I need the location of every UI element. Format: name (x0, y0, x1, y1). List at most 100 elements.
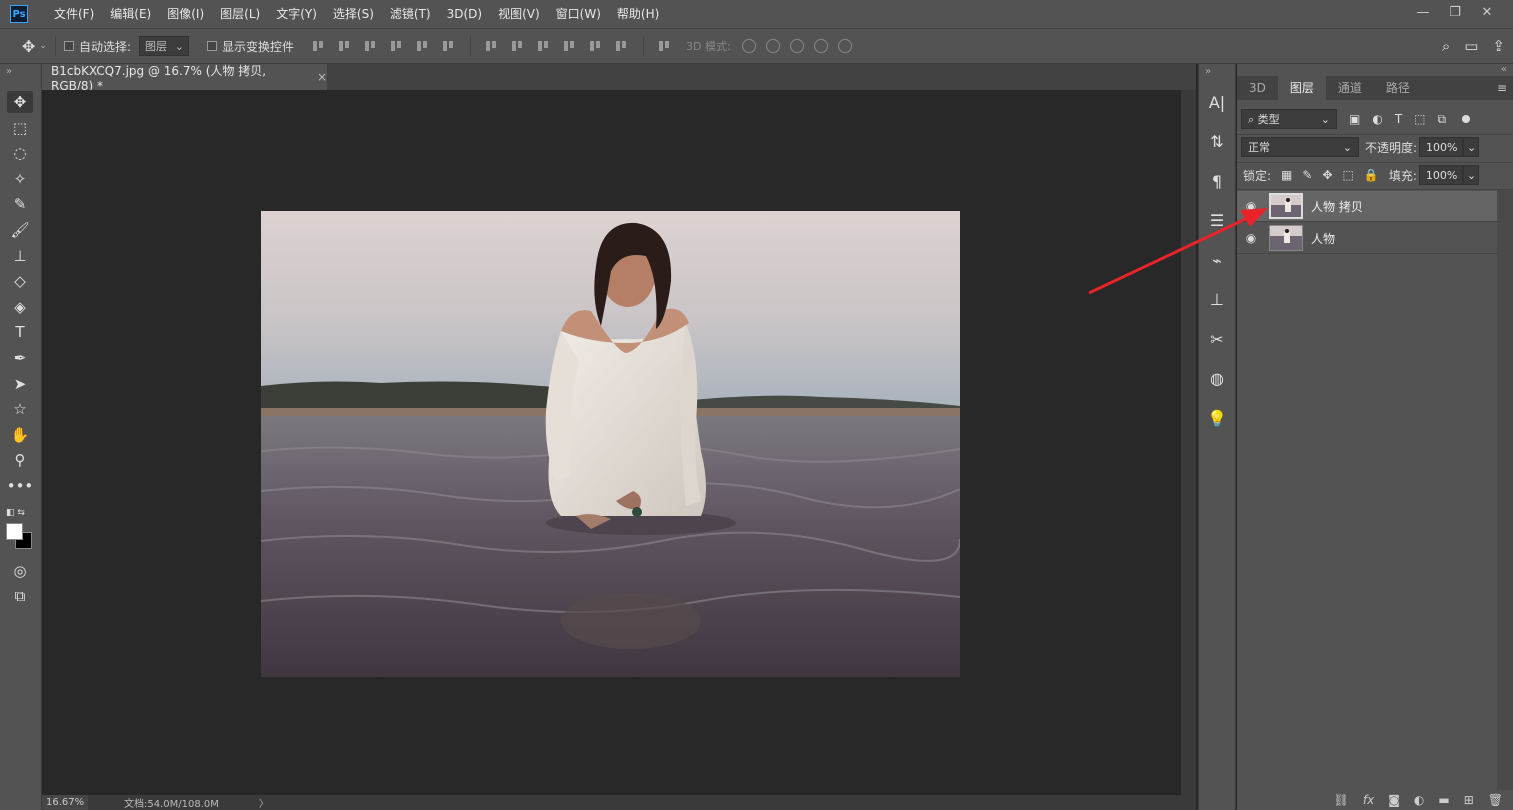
clone-source-icon[interactable]: ⊥ (1202, 285, 1232, 315)
show-transform-checkbox[interactable]: 显示变换控件 (207, 38, 294, 55)
menu-3d[interactable]: 3D(D) (439, 0, 490, 28)
share-icon[interactable]: ⇪ (1492, 37, 1505, 55)
more-tools-icon[interactable]: ••• (7, 475, 34, 497)
search-icon[interactable]: ⌕ (1442, 37, 1450, 55)
workspace-icon[interactable]: ▭ (1464, 37, 1478, 55)
fill-dropdown[interactable]: ⌄ (1462, 165, 1479, 185)
lock-image-icon[interactable]: ✎ (1302, 168, 1312, 182)
character-styles-icon[interactable]: ⇅ (1202, 127, 1232, 157)
zoom-tool-icon[interactable]: ⚲ (7, 449, 33, 471)
lock-all-icon[interactable]: 🔒 (1364, 168, 1379, 182)
new-layer-icon[interactable]: ⊞ (1464, 793, 1474, 807)
foreground-color-swatch[interactable] (6, 523, 23, 540)
tab-3d[interactable]: 3D (1237, 76, 1278, 100)
checkbox-icon[interactable] (63, 41, 74, 51)
screen-mode-icon[interactable]: ⧉ (7, 585, 33, 607)
libraries-icon[interactable]: ◍ (1202, 364, 1232, 394)
layer-name[interactable]: 人物 (1311, 230, 1335, 247)
tab-channels[interactable]: 通道 (1326, 76, 1374, 100)
filter-toggle-icon[interactable] (1462, 115, 1471, 123)
type-tool-icon[interactable]: T (7, 321, 33, 343)
layer-thumbnail[interactable] (1269, 225, 1303, 251)
opacity-dropdown[interactable]: ⌄ (1463, 137, 1480, 157)
auto-select-target-dropdown[interactable]: 图层 ⌄ (139, 36, 189, 56)
collapse-icon[interactable]: « (1501, 64, 1507, 75)
adjustment-layer-icon[interactable]: ◐ (1414, 793, 1424, 807)
collapse-icon[interactable]: » (0, 64, 41, 77)
hand-tool-icon[interactable]: ✋ (7, 424, 33, 446)
fx-icon[interactable]: fx (1363, 793, 1374, 807)
minimize-button[interactable]: — (1407, 0, 1439, 24)
align-vcenter-icon[interactable] (337, 39, 353, 53)
path-selection-tool-icon[interactable]: ➤ (7, 373, 33, 395)
distribute-vcenter-icon[interactable] (510, 39, 526, 53)
align-right-icon[interactable] (441, 39, 457, 53)
panel-menu-icon[interactable]: ≡ (1497, 76, 1507, 100)
blend-mode-dropdown[interactable]: 正常 ⌄ (1241, 137, 1359, 157)
quick-mask-icon[interactable]: ◎ (7, 560, 33, 582)
link-layers-icon[interactable]: ⛓ (1334, 793, 1349, 807)
menu-layer[interactable]: 图层(L) (212, 0, 268, 28)
layers-scrollbar[interactable] (1497, 190, 1513, 790)
menu-file[interactable]: 文件(F) (46, 0, 102, 28)
lock-artboard-icon[interactable]: ⬚ (1343, 168, 1354, 182)
align-left-icon[interactable] (389, 39, 405, 53)
layer-thumbnail[interactable] (1269, 193, 1303, 219)
filter-shape-icon[interactable]: ⬚ (1414, 112, 1425, 126)
menu-help[interactable]: 帮助(H) (609, 0, 667, 28)
checkbox-icon[interactable] (207, 41, 217, 51)
group-folder-icon[interactable]: ▬ (1438, 793, 1449, 807)
zoom-field[interactable]: 16.67% (42, 795, 88, 810)
menu-type[interactable]: 文字(Y) (268, 0, 325, 28)
roll-3d-icon[interactable] (765, 39, 780, 53)
learn-icon[interactable]: 💡 (1202, 403, 1232, 433)
distribute-left-icon[interactable] (562, 39, 578, 53)
move-tool-icon[interactable]: ✥ (7, 91, 33, 113)
auto-align-icon[interactable] (657, 39, 673, 53)
marquee-tool-icon[interactable]: ⬚ (7, 117, 33, 139)
menu-view[interactable]: 视图(V) (490, 0, 548, 28)
brushes-icon[interactable]: ⌁ (1202, 245, 1232, 275)
stamp-tool-icon[interactable]: ⊥ (7, 245, 33, 267)
auto-select-checkbox[interactable]: 自动选择: (63, 38, 131, 55)
visibility-eye-icon[interactable]: ◉ (1237, 231, 1265, 245)
filter-adjustment-icon[interactable]: ◐ (1372, 112, 1382, 126)
fill-field[interactable]: 100% (1418, 165, 1463, 185)
document-tab[interactable]: B1cbKXCQ7.jpg @ 16.7% (人物 拷贝, RGB/8) * × (42, 64, 327, 93)
camera-3d-icon[interactable] (837, 39, 852, 53)
distribute-bottom-icon[interactable] (536, 39, 552, 53)
drag-3d-icon[interactable] (789, 39, 804, 53)
shape-tool-icon[interactable]: ☆ (7, 398, 33, 420)
lasso-tool-icon[interactable]: ◌ (7, 142, 33, 164)
filter-smart-object-icon[interactable]: ⧉ (1438, 112, 1447, 127)
menu-image[interactable]: 图像(I) (159, 0, 212, 28)
menu-filter[interactable]: 滤镜(T) (382, 0, 439, 28)
distribute-top-icon[interactable] (484, 39, 500, 53)
filter-type-icon[interactable]: T (1395, 112, 1402, 126)
close-icon[interactable]: × (317, 70, 327, 84)
chevron-down-icon[interactable]: ⌄ (39, 41, 47, 51)
lock-transparent-icon[interactable]: ▦ (1281, 168, 1292, 182)
menu-select[interactable]: 选择(S) (325, 0, 382, 28)
menu-window[interactable]: 窗口(W) (548, 0, 609, 28)
vertical-scrollbar[interactable] (1181, 90, 1196, 795)
tab-paths[interactable]: 路径 (1374, 76, 1422, 100)
add-mask-icon[interactable]: ◙ (1388, 793, 1400, 807)
pen-tool-icon[interactable]: ✒ (7, 347, 33, 369)
move-tool-preset-icon[interactable]: ✥ (22, 37, 35, 56)
brush-settings-icon[interactable]: ☰ (1202, 206, 1232, 236)
layer-row[interactable]: ◉ 人物 (1237, 223, 1497, 254)
lock-position-icon[interactable]: ✥ (1322, 168, 1332, 182)
align-hcenter-icon[interactable] (415, 39, 431, 53)
trash-icon[interactable]: 🗑 (1488, 793, 1503, 807)
restore-button[interactable]: ❐ (1439, 0, 1471, 24)
slide-3d-icon[interactable] (813, 39, 828, 53)
collapse-icon[interactable]: » (1199, 64, 1235, 77)
paragraph-panel-icon[interactable]: ¶ (1202, 166, 1232, 196)
status-menu-arrow[interactable]: 〉 (259, 795, 269, 810)
filter-pixel-icon[interactable]: ▣ (1349, 112, 1360, 126)
paint-bucket-tool-icon[interactable]: ◈ (7, 296, 33, 318)
close-button[interactable]: ✕ (1471, 0, 1503, 24)
orbit-3d-icon[interactable] (741, 39, 756, 53)
distribute-right-icon[interactable] (614, 39, 630, 53)
